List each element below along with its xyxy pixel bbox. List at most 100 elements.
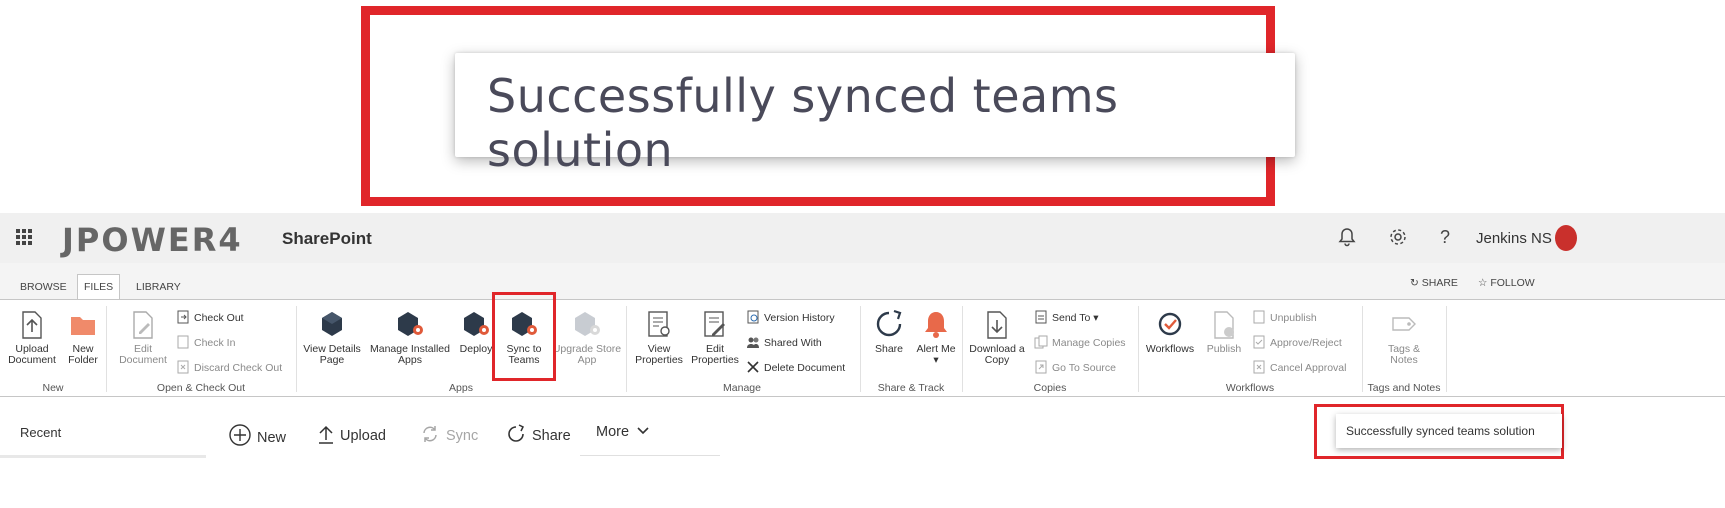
group-label-open-check-out: Open & Check Out xyxy=(156,382,246,394)
upload-document-button[interactable]: Upload Document xyxy=(4,308,60,366)
download-icon xyxy=(987,311,1007,339)
tab-files[interactable]: FILES xyxy=(77,274,121,299)
star-icon: ☆ xyxy=(1478,277,1488,289)
publish-button[interactable]: Publish xyxy=(1202,308,1246,355)
deploy-button[interactable]: Deploy xyxy=(456,308,496,355)
group-label-copies: Copies xyxy=(1033,382,1067,394)
discard-check-out-icon xyxy=(177,360,189,374)
approve-reject-button[interactable]: Approve/Reject xyxy=(1252,335,1342,349)
user-name[interactable]: Jenkins NS xyxy=(1476,230,1552,247)
edit-properties-button[interactable]: Edit Properties xyxy=(688,308,742,366)
check-out-label: Check Out xyxy=(194,312,244,324)
sync-command-label: Sync xyxy=(446,428,479,444)
help-icon[interactable]: ? xyxy=(1440,227,1450,248)
version-history-button[interactable]: Version History xyxy=(746,310,835,324)
app-launcher-icon[interactable] xyxy=(16,229,32,245)
shared-with-label: Shared With xyxy=(764,337,822,349)
view-properties-icon xyxy=(648,311,670,337)
upload-arrow-icon xyxy=(319,425,333,444)
edit-document-button[interactable]: Edit Document xyxy=(114,308,172,366)
sync-command[interactable]: Sync xyxy=(420,424,478,444)
tab-browse[interactable]: BROWSE xyxy=(14,275,73,299)
chevron-down-icon xyxy=(637,427,649,435)
tab-library[interactable]: LIBRARY xyxy=(130,275,187,299)
delete-document-label: Delete Document xyxy=(764,362,846,374)
share-command[interactable]: Share xyxy=(506,424,571,444)
share-ribbon-label: Share xyxy=(874,343,904,355)
view-properties-button[interactable]: View Properties xyxy=(630,308,688,366)
version-history-label: Version History xyxy=(764,312,835,324)
group-label-workflows: Workflows xyxy=(1225,382,1275,394)
share-icon xyxy=(876,309,902,337)
brand-logo[interactable]: JPOWER4 xyxy=(62,221,243,259)
follow-link[interactable]: ☆ FOLLOW xyxy=(1478,277,1535,289)
share-link[interactable]: ↻ SHARE xyxy=(1410,277,1458,289)
suite-bar: JPOWER4 SharePoint ? Jenkins NS xyxy=(0,213,1725,263)
new-folder-button[interactable]: New Folder xyxy=(62,308,104,366)
group-label-share-track: Share & Track xyxy=(877,382,945,394)
nav-recent[interactable]: Recent xyxy=(20,425,61,440)
group-divider xyxy=(106,306,107,392)
dropdown-caret-icon: ▾ xyxy=(1090,312,1099,324)
go-to-source-label: Go To Source xyxy=(1052,362,1117,374)
workflows-icon xyxy=(1158,312,1182,336)
new-command-label: New xyxy=(257,430,287,446)
people-icon xyxy=(747,337,759,348)
avatar[interactable] xyxy=(1555,225,1577,251)
check-in-button[interactable]: Check In xyxy=(176,335,235,349)
group-divider xyxy=(962,306,963,392)
check-out-button[interactable]: Check Out xyxy=(176,310,244,324)
publish-icon xyxy=(1214,311,1234,339)
shared-with-button[interactable]: Shared With xyxy=(746,335,822,349)
bell-icon[interactable] xyxy=(1338,227,1356,252)
command-bar-underline xyxy=(580,455,720,456)
check-in-label: Check In xyxy=(194,337,236,349)
workflows-button[interactable]: Workflows xyxy=(1142,308,1198,355)
cancel-approval-button[interactable]: Cancel Approval xyxy=(1252,360,1346,374)
manage-copies-icon xyxy=(1034,335,1048,349)
more-command-label: More xyxy=(596,424,630,440)
group-label-tags-notes: Tags and Notes xyxy=(1367,382,1441,394)
discard-check-out-button[interactable]: Discard Check Out xyxy=(176,360,282,374)
plus-circle-icon xyxy=(229,424,251,446)
upload-command[interactable]: Upload xyxy=(318,424,386,444)
gear-icon[interactable] xyxy=(1388,227,1408,252)
upgrade-store-app-label: Upgrade Store App xyxy=(552,343,622,366)
download-a-copy-button[interactable]: Download a Copy xyxy=(966,308,1028,366)
approve-reject-icon xyxy=(1253,335,1265,349)
send-to-label: Send To xyxy=(1052,312,1091,324)
delete-document-button[interactable]: Delete Document xyxy=(746,360,845,374)
check-in-icon xyxy=(177,335,189,349)
edit-properties-icon xyxy=(704,311,725,337)
share-ribbon-button[interactable]: Share xyxy=(866,308,912,355)
share-icon: ↻ xyxy=(1410,277,1419,289)
cancel-approval-icon xyxy=(1253,360,1265,374)
more-command[interactable]: More xyxy=(596,424,649,440)
group-divider xyxy=(626,306,627,392)
app-cube-gear-icon xyxy=(398,312,423,336)
alert-me-button[interactable]: Alert Me ▾ xyxy=(916,308,956,366)
view-details-page-button[interactable]: View Details Page xyxy=(298,308,366,366)
cancel-approval-label: Cancel Approval xyxy=(1270,362,1347,374)
version-history-icon xyxy=(747,310,759,324)
upgrade-store-app-button[interactable]: Upgrade Store App xyxy=(552,308,622,366)
tags-notes-button[interactable]: Tags & Notes xyxy=(1380,308,1428,366)
group-divider xyxy=(860,306,861,392)
go-to-source-button[interactable]: Go To Source xyxy=(1034,360,1116,374)
upload-document-label: Upload Document xyxy=(8,343,56,366)
unpublish-icon xyxy=(1253,310,1265,324)
manage-copies-button[interactable]: Manage Copies xyxy=(1034,335,1126,349)
follow-link-label: FOLLOW xyxy=(1490,277,1535,289)
manage-installed-apps-button[interactable]: Manage Installed Apps xyxy=(366,308,454,366)
unpublish-button[interactable]: Unpublish xyxy=(1252,310,1317,324)
share-command-label: Share xyxy=(532,428,571,444)
edit-document-icon xyxy=(133,311,153,339)
group-label-manage: Manage xyxy=(723,382,761,394)
app-name[interactable]: SharePoint xyxy=(282,229,372,249)
share-link-label: SHARE xyxy=(1421,277,1458,289)
sync-icon xyxy=(423,426,437,442)
send-to-button[interactable]: Send To ▾ xyxy=(1034,310,1099,324)
group-label-apps: Apps xyxy=(449,382,473,394)
group-divider xyxy=(1362,306,1363,392)
new-command[interactable]: New xyxy=(229,424,286,446)
